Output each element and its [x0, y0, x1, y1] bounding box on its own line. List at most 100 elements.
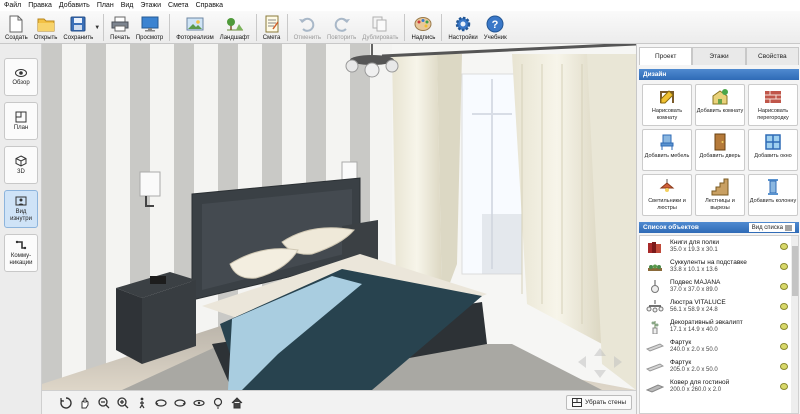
- landscape-button[interactable]: Ландшафт: [217, 12, 253, 43]
- tab-properties[interactable]: Свойства: [745, 47, 799, 65]
- list-item[interactable]: Книги для полки 35.0 x 19.3 x 30.1: [640, 238, 790, 256]
- save-button[interactable]: Сохранить: [60, 12, 96, 43]
- menu-add[interactable]: Добавить: [59, 2, 90, 9]
- menu-edit[interactable]: Правка: [28, 2, 52, 9]
- orbit-left-icon[interactable]: [153, 395, 169, 411]
- add-window-button[interactable]: Добавить окно: [748, 129, 798, 171]
- walls-icon: [572, 398, 582, 407]
- visibility-eye-icon[interactable]: [780, 263, 788, 270]
- window-icon: [765, 134, 781, 150]
- chandelier-icon: [646, 300, 664, 313]
- undo-button[interactable]: Отменить: [291, 12, 324, 43]
- list-item[interactable]: Ковер для гостиной 200.0 x 260.0 x 2.0: [640, 378, 790, 396]
- add-furniture-button[interactable]: Добавить мебель: [642, 129, 692, 171]
- redo-icon: [333, 15, 351, 33]
- right-panel: Проект Этажи Свойства Дизайн Нарисовать …: [636, 44, 800, 414]
- zoom-in-icon[interactable]: [115, 395, 131, 411]
- brick-wall-icon: [765, 91, 781, 103]
- add-door-button[interactable]: Добавить дверь: [695, 129, 745, 171]
- light-bulb-icon[interactable]: [210, 395, 226, 411]
- draw-partition-button[interactable]: Нарисовать перегородку: [748, 84, 798, 126]
- label-button[interactable]: Надпись: [408, 12, 438, 43]
- sidebar-item-plan[interactable]: План: [4, 102, 38, 140]
- pan-hand-icon[interactable]: [77, 395, 93, 411]
- stairs-icon: [711, 178, 729, 196]
- toolbar-separator: [255, 14, 257, 41]
- eye-icon: [15, 68, 27, 77]
- print-button[interactable]: Печать: [107, 12, 133, 43]
- visibility-eye-icon[interactable]: [780, 343, 788, 350]
- draw-room-button[interactable]: Нарисовать комнату: [642, 84, 692, 126]
- rug-icon: [646, 384, 664, 393]
- sidebar-item-3d[interactable]: 3D: [4, 146, 38, 184]
- rotate-icon[interactable]: [58, 395, 74, 411]
- create-button[interactable]: Создать: [2, 12, 31, 43]
- remove-walls-button[interactable]: Убрать стены: [566, 395, 632, 410]
- visibility-eye-icon[interactable]: [780, 323, 788, 330]
- list-item[interactable]: Декоративный эвкалипт 17.1 x 14.9 x 40.0: [640, 318, 790, 336]
- visibility-eye-icon[interactable]: [780, 283, 788, 290]
- menu-help[interactable]: Справка: [196, 2, 223, 9]
- objects-scrollbar[interactable]: [791, 236, 798, 413]
- sidebar-item-inside-view[interactable]: Вид изнутри: [4, 190, 38, 228]
- menu-file[interactable]: Файл: [4, 2, 21, 9]
- list-item[interactable]: Фартук 205.0 x 2.0 x 50.0: [640, 358, 790, 376]
- add-column-button[interactable]: Добавить колонну: [748, 174, 798, 216]
- orbit-right-icon[interactable]: [172, 395, 188, 411]
- list-item[interactable]: Люстра VITALUCE 56.1 x 58.9 x 24.8: [640, 298, 790, 316]
- menu-view[interactable]: Вид: [121, 2, 134, 9]
- floorplan-icon: [15, 111, 27, 122]
- visibility-eye-icon[interactable]: [780, 303, 788, 310]
- estimate-sheet-icon: [263, 15, 281, 33]
- monitor-icon: [141, 15, 159, 33]
- add-room-button[interactable]: Добавить комнату: [695, 84, 745, 126]
- list-item[interactable]: Фартук 240.0 x 2.0 x 50.0: [640, 338, 790, 356]
- zoom-out-icon[interactable]: [96, 395, 112, 411]
- settings-button[interactable]: Настройки: [445, 12, 480, 43]
- scrollbar-thumb[interactable]: [792, 246, 798, 296]
- folder-icon: [37, 15, 55, 33]
- visibility-eye-icon[interactable]: [780, 363, 788, 370]
- sidebar-item-overview[interactable]: Обзор: [4, 58, 38, 96]
- view-list-button[interactable]: Вид списка: [748, 223, 795, 232]
- cube-icon: [15, 154, 27, 167]
- list-item[interactable]: Подвес MAJANA 37.0 x 37.0 x 89.0: [640, 278, 790, 296]
- list-item[interactable]: Суккуленты на подставке 33.8 x 10.1 x 13…: [640, 258, 790, 276]
- 3d-viewport[interactable]: [42, 44, 636, 390]
- visibility-eye-icon[interactable]: [780, 383, 788, 390]
- photorealism-button[interactable]: Фотореализм: [173, 12, 217, 43]
- floppy-icon: [69, 15, 87, 33]
- lights-button[interactable]: Светильники и люстры: [642, 174, 692, 216]
- pendant-icon: [651, 280, 659, 293]
- stairs-button[interactable]: Лестницы и вырезы: [695, 174, 745, 216]
- visibility-eye-icon[interactable]: [780, 243, 788, 250]
- objects-list[interactable]: Книги для полки 35.0 x 19.3 x 30.1 Сукку…: [639, 235, 799, 414]
- pipes-icon: [15, 240, 27, 250]
- gear-icon: [454, 15, 472, 33]
- draw-room-icon: [660, 90, 674, 104]
- redo-button[interactable]: Повторить: [324, 12, 359, 43]
- tab-floors[interactable]: Этажи: [692, 47, 746, 65]
- help-icon: ?: [486, 15, 504, 33]
- tab-project[interactable]: Проект: [639, 47, 693, 65]
- duplicate-icon: [371, 15, 389, 33]
- menu-plan[interactable]: План: [97, 2, 114, 9]
- objects-section-header: Список объектов Вид списка: [639, 222, 799, 233]
- walk-icon[interactable]: [134, 395, 150, 411]
- menu-estimate[interactable]: Смета: [168, 2, 189, 9]
- sidebar-item-communications[interactable]: Комму-никации: [4, 234, 38, 272]
- svg-text:?: ?: [492, 19, 499, 31]
- toolbar-separator: [169, 14, 171, 41]
- tilt-icon[interactable]: [191, 395, 207, 411]
- tutorial-button[interactable]: ? Учебник: [481, 12, 510, 43]
- succulents-icon: [648, 264, 662, 271]
- estimate-button[interactable]: Смета: [260, 12, 284, 43]
- home-icon[interactable]: [229, 395, 245, 411]
- view-toolbar: Убрать стены: [42, 390, 636, 414]
- left-sidebar: Обзор План 3D Вид изнутри Комму-никации: [0, 44, 42, 414]
- open-button[interactable]: Открыть: [31, 12, 61, 43]
- menu-floors[interactable]: Этажи: [140, 2, 161, 9]
- preview-button[interactable]: Просмотр: [133, 12, 166, 43]
- design-grid: Нарисовать комнату Добавить комнату Нари…: [642, 84, 798, 260]
- duplicate-button[interactable]: Дублировать: [359, 12, 401, 43]
